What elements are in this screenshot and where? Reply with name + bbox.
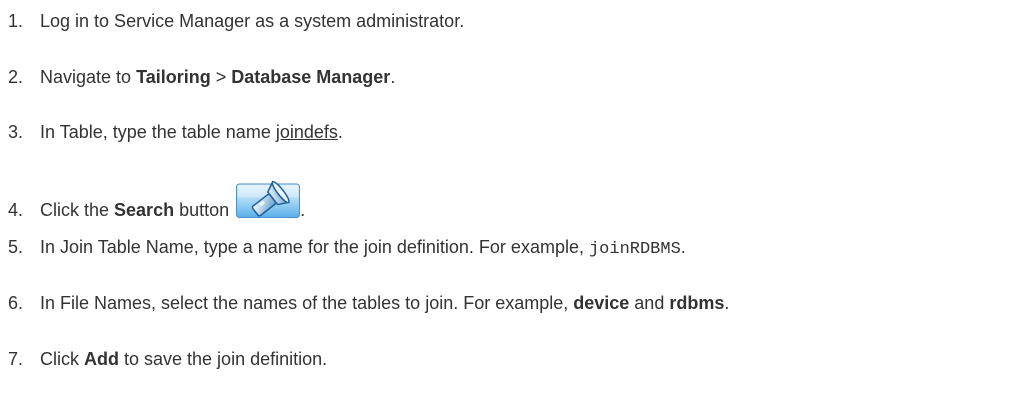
step-text: In Table, type the table name	[40, 122, 276, 142]
menu-database-manager: Database Manager	[231, 67, 391, 87]
table-name-joindefs: joindefs	[275, 122, 338, 142]
search-flashlight-icon	[236, 180, 301, 218]
step-number: 1.	[8, 11, 24, 31]
step-7: 7. Click Add to save the join definition.	[8, 348, 327, 370]
step-text-end: .	[724, 293, 730, 313]
step-number: 4.	[8, 200, 24, 220]
step-text-mid: button	[174, 200, 235, 220]
table-device: device	[573, 293, 630, 313]
path-separator: >	[210, 67, 232, 87]
step-text-end: .	[300, 200, 306, 220]
table-rdbms: rdbms	[669, 293, 725, 313]
step-5: 5. In Join Table Name, type a name for th…	[8, 236, 686, 261]
step-6: 6. In File Names, select the names of the…	[8, 292, 729, 314]
step-text: Log in to Service Manager as a system ad…	[40, 11, 465, 31]
step-text: Click the	[40, 200, 115, 220]
step-text: In File Names, select the names of the t…	[40, 293, 574, 313]
step-text: In Join Table Name, type a name for the …	[40, 237, 589, 257]
step-text-mid: and	[629, 293, 670, 313]
step-text: Navigate to	[40, 67, 137, 87]
add-label: Add	[84, 349, 119, 369]
search-label: Search	[114, 200, 175, 220]
example-join-name: joinRDBMS	[588, 240, 681, 259]
step-text-end: .	[680, 237, 686, 257]
step-3: 3. In Table, type the table name joindefs…	[8, 121, 343, 143]
step-4: 4. Click the Search button .	[8, 178, 305, 221]
step-number: 3.	[8, 122, 24, 142]
step-2: 2. Navigate to Tailoring > Database Manag…	[8, 66, 395, 88]
step-text-end: .	[337, 122, 343, 142]
step-number: 7.	[8, 349, 24, 369]
step-text-end: to save the join definition.	[119, 349, 328, 369]
step-number: 6.	[8, 293, 24, 313]
menu-tailoring: Tailoring	[136, 67, 211, 87]
step-1: 1. Log in to Service Manager as a system …	[8, 10, 464, 32]
step-text-end: .	[390, 67, 396, 87]
step-number: 2.	[8, 67, 24, 87]
step-text: Click	[40, 349, 84, 369]
step-number: 5.	[8, 237, 24, 257]
